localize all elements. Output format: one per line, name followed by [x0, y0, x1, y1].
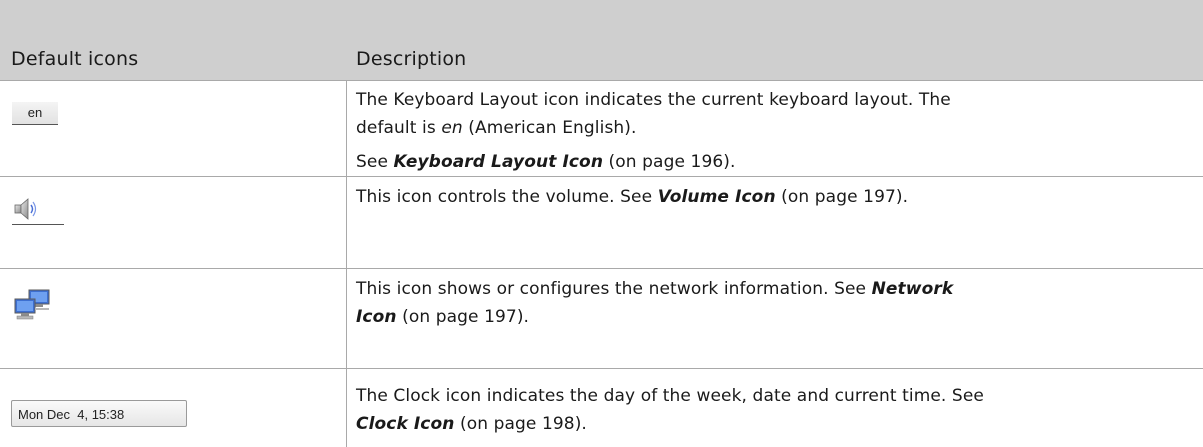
row-4-line-1: The Clock icon indicates the day of the … [356, 386, 984, 406]
row-1-line-1: The Keyboard Layout icon indicates the c… [356, 90, 951, 110]
header-description: Description [356, 48, 467, 70]
volume-icon-link[interactable]: Volume Icon [658, 187, 776, 207]
header-default-icons: Default icons [11, 48, 139, 70]
row-1-see: See Keyboard Layout Icon (on page 196). [356, 152, 736, 172]
keyboard-layout-icon: en [12, 102, 58, 125]
row-2-description: This icon controls the volume. See Volum… [356, 187, 909, 207]
volume-icon [12, 196, 38, 226]
network-icon-link-part1[interactable]: Network [872, 279, 954, 299]
keyboard-layout-icon-link[interactable]: Keyboard Layout Icon [394, 152, 604, 172]
network-icon-link-part2[interactable]: Icon [356, 307, 397, 327]
row-4-description: The Clock icon indicates the day of the … [356, 382, 984, 438]
clock-icon-link[interactable]: Clock Icon [356, 414, 454, 434]
row-1-description: The Keyboard Layout icon indicates the c… [356, 86, 951, 176]
row-1-line-2: default is en (American English). [356, 118, 637, 138]
table-header: Default icons Description [0, 0, 1203, 81]
row-3-description: This icon shows or configures the networ… [356, 279, 954, 327]
clock-icon: Mon Dec 4, 15:38 [11, 400, 187, 427]
volume-icon-underline [12, 224, 64, 225]
en-italic: en [441, 118, 463, 138]
network-icon [13, 288, 53, 326]
